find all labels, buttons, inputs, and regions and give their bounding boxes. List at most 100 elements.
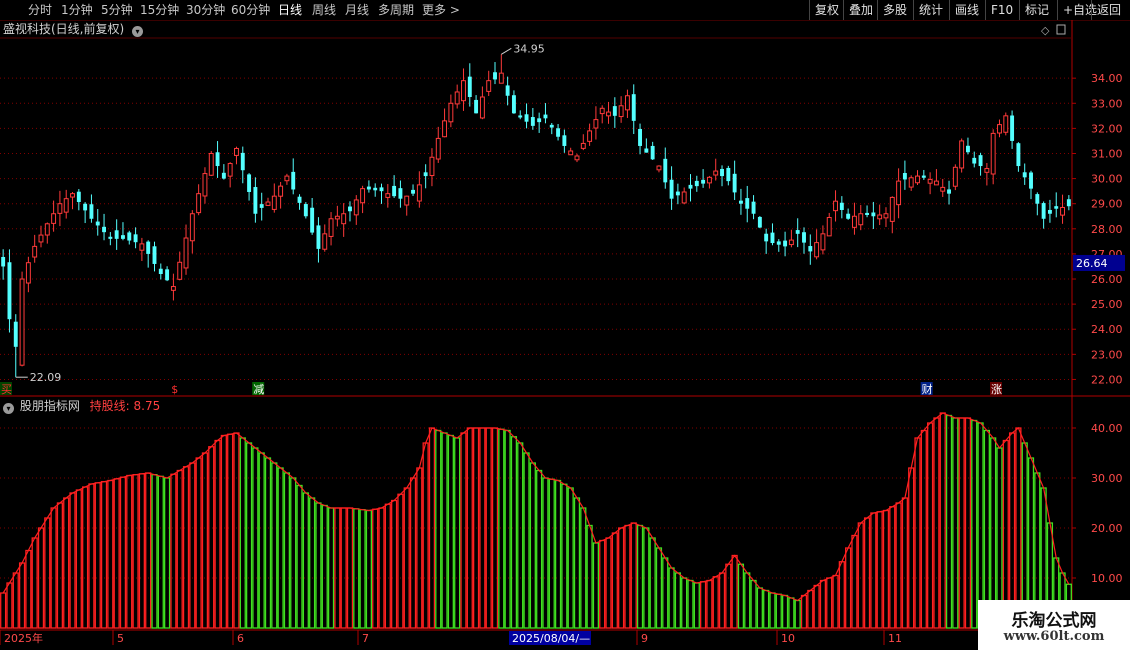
- candle-body: [562, 135, 567, 146]
- price-axis-label: 34.00: [1091, 72, 1123, 85]
- candle-body: [398, 188, 403, 199]
- candle-body: [1022, 172, 1027, 178]
- indicator-bar: [0, 592, 7, 629]
- indicator-bar: [189, 462, 196, 629]
- candle-body: [310, 207, 315, 233]
- candle-body: [883, 213, 889, 219]
- indicator-bar: [580, 507, 587, 629]
- candle-body: [1054, 206, 1059, 209]
- indicator-bar: [725, 563, 732, 629]
- watermark-url: www.60lt.com: [1003, 629, 1105, 644]
- candle-body: [726, 167, 731, 182]
- indicator-bar: [819, 579, 827, 629]
- candle-body: [846, 213, 851, 219]
- date-label: 5: [117, 632, 124, 645]
- candle-body: [498, 72, 504, 84]
- candle-body: [839, 202, 844, 210]
- candle-body: [291, 171, 296, 190]
- candle-body: [196, 193, 202, 214]
- candle-body: [38, 234, 44, 243]
- indicator-bar: [1008, 432, 1016, 629]
- candle-body: [505, 85, 510, 96]
- indicator-bar: [769, 592, 776, 629]
- indicator-bar: [542, 477, 549, 629]
- candle-body: [215, 152, 220, 167]
- indicator-bar: [933, 417, 940, 629]
- indicator-bar: [435, 429, 442, 629]
- indicator-bar: [403, 487, 410, 629]
- indicator-bar: [239, 437, 246, 629]
- candle-body: [493, 72, 497, 80]
- candle-body: [322, 233, 328, 250]
- candle-body: [76, 191, 81, 203]
- indicator-bar: [517, 442, 524, 629]
- candle-body: [720, 168, 724, 177]
- watermark: 乐淘公式网 www.60lt.com: [978, 600, 1130, 650]
- indicator-bar: [372, 508, 379, 629]
- candle-body: [1010, 115, 1015, 141]
- candle-body: [972, 157, 977, 164]
- indicator-bar: [346, 507, 354, 629]
- candle-body: [908, 177, 914, 188]
- candle-body: [599, 107, 605, 115]
- chart-canvas[interactable]: 34.0033.0032.0031.0030.0029.0028.0027.00…: [0, 0, 1130, 650]
- candle-body: [524, 114, 529, 122]
- candle-body: [580, 142, 586, 149]
- high-marker-label: 34.95: [513, 42, 545, 55]
- candle-body: [978, 155, 983, 167]
- indicator-bar: [611, 532, 618, 629]
- indicator-bar: [31, 537, 38, 629]
- indicator-bar: [384, 503, 391, 629]
- candle-body: [423, 172, 428, 177]
- candle-body: [694, 180, 699, 187]
- candle-body: [820, 233, 826, 251]
- candle-body: [183, 237, 189, 269]
- candle-body: [808, 246, 813, 252]
- indicator-bar: [18, 562, 26, 629]
- indicator-bar: [208, 446, 215, 629]
- indicator-bar: [296, 484, 303, 629]
- indicator-bar: [145, 472, 152, 629]
- candle-body: [574, 155, 580, 161]
- candle-body: [341, 213, 347, 225]
- candle-body: [889, 196, 895, 222]
- indicator-bar: [870, 512, 877, 629]
- indicator-bar: [290, 477, 297, 629]
- candle-body: [435, 137, 441, 160]
- indicator-bar: [523, 452, 530, 629]
- indicator-bar: [309, 497, 316, 629]
- indicator-bar: [302, 492, 309, 629]
- date-cursor-label: 2025/08/04/—: [512, 632, 590, 645]
- candle-body: [284, 175, 290, 182]
- date-label: 11: [888, 632, 902, 645]
- indicator-bar: [233, 432, 240, 629]
- candle-body: [334, 215, 340, 220]
- indicator-axis-label: 30.00: [1091, 472, 1123, 485]
- indicator-bar: [674, 572, 681, 629]
- indicator-bar: [775, 593, 782, 629]
- indicator-bar: [245, 442, 253, 629]
- candle-body: [121, 235, 125, 239]
- candle-body: [57, 203, 63, 214]
- indicator-bar: [327, 507, 335, 629]
- indicator-bar: [391, 499, 398, 629]
- candle-body: [95, 221, 100, 226]
- candle-body: [669, 179, 674, 199]
- indicator-bar: [12, 572, 19, 629]
- diamond-icon: ◇: [1041, 24, 1050, 37]
- indicator-bar: [794, 599, 801, 629]
- candle-body: [543, 114, 548, 119]
- candle-body: [25, 262, 31, 284]
- date-label: 9: [641, 632, 648, 645]
- candle-body: [757, 216, 762, 228]
- indicator-bar: [88, 483, 95, 629]
- indicator-bar: [460, 432, 467, 629]
- candle-body: [851, 215, 857, 228]
- candle-body: [89, 204, 94, 219]
- candle-body: [253, 187, 258, 214]
- indicator-bar: [592, 542, 600, 629]
- candle-body: [776, 241, 781, 245]
- indicator-bar: [113, 478, 120, 629]
- indicator-bar: [586, 524, 593, 629]
- candle-body: [701, 179, 706, 184]
